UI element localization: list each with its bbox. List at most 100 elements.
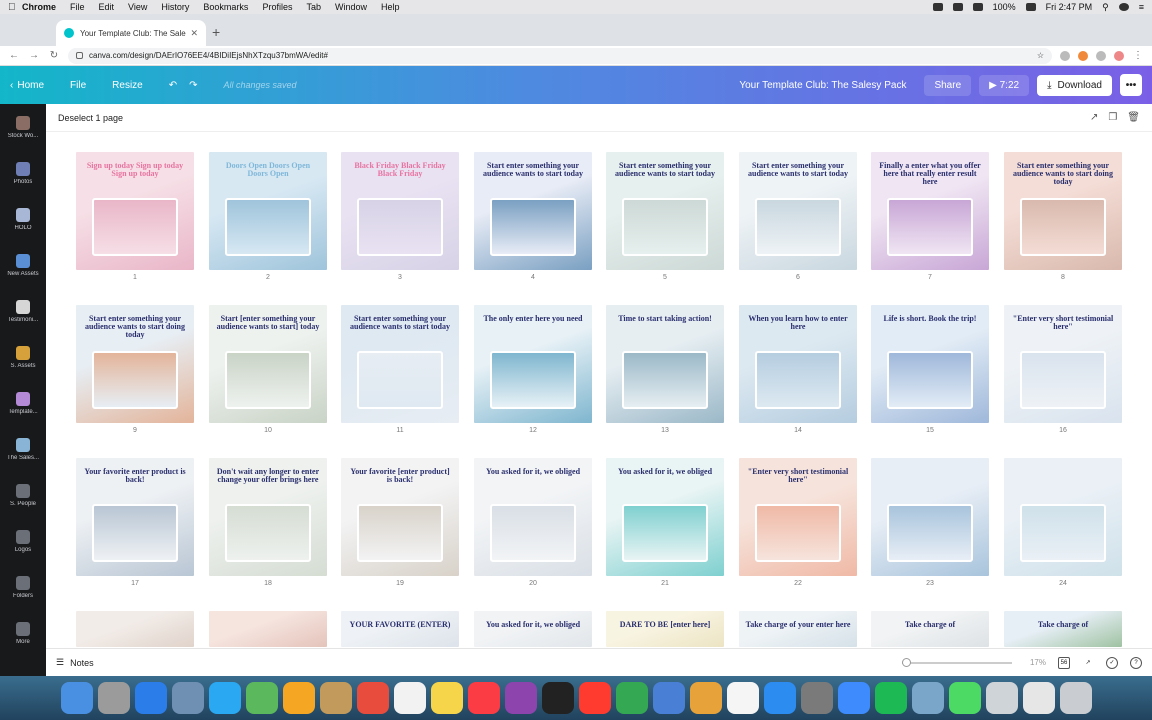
- design-page[interactable]: Life is short. Book the trip!: [871, 305, 989, 423]
- menu-window[interactable]: Window: [335, 2, 367, 12]
- clock[interactable]: Fri 2:47 PM: [1046, 2, 1093, 12]
- dock-app-icon[interactable]: [874, 682, 907, 714]
- dock-app-icon[interactable]: [282, 682, 315, 714]
- design-page[interactable]: [1004, 458, 1122, 576]
- menu-help[interactable]: Help: [381, 2, 400, 12]
- spotlight-icon[interactable]: ⚲: [1102, 2, 1109, 13]
- dock-app-icon[interactable]: [134, 682, 167, 714]
- dock-app-icon[interactable]: [763, 682, 796, 714]
- design-page[interactable]: Start enter something your audience want…: [76, 305, 194, 423]
- sidebar-item[interactable]: Testimoni...: [0, 288, 46, 334]
- user-icon[interactable]: [1118, 3, 1129, 11]
- dock-app-icon[interactable]: [948, 682, 981, 714]
- extension-icon-2[interactable]: [1078, 50, 1088, 61]
- design-page[interactable]: You asked for it, we obliged: [606, 458, 724, 576]
- download-button[interactable]: ⤓ Download: [1037, 74, 1112, 96]
- design-page[interactable]: Take charge of your enter here: [739, 611, 857, 647]
- design-page[interactable]: Don't wait any longer to enter change yo…: [209, 458, 327, 576]
- menu-edit[interactable]: Edit: [99, 2, 115, 12]
- app-menu[interactable]: Chrome: [22, 2, 56, 12]
- zoom-slider[interactable]: [901, 657, 1012, 667]
- redo-icon[interactable]: ↷: [189, 80, 197, 91]
- resize-button[interactable]: Resize: [112, 80, 143, 91]
- zoom-slider-handle[interactable]: [901, 657, 911, 667]
- dock-app-icon[interactable]: [97, 682, 130, 714]
- design-page[interactable]: Sign up today Sign up today Sign up toda…: [76, 152, 194, 270]
- browser-tab[interactable]: Your Template Club: The Sales ✕: [56, 20, 206, 46]
- dock-app-icon[interactable]: [393, 682, 426, 714]
- zoom-level[interactable]: 17%: [1030, 658, 1046, 667]
- design-page[interactable]: Start [enter something your audience wan…: [209, 305, 327, 423]
- home-button[interactable]: ‹ Home: [10, 80, 44, 91]
- design-page[interactable]: Start enter something your audience want…: [739, 152, 857, 270]
- chrome-menu-icon[interactable]: ⋮: [1132, 50, 1144, 61]
- close-tab-icon[interactable]: ✕: [190, 28, 198, 39]
- dock-app-icon[interactable]: [171, 682, 204, 714]
- design-page[interactable]: [76, 611, 194, 647]
- help-icon[interactable]: ?: [1130, 656, 1142, 669]
- design-page[interactable]: [871, 458, 989, 576]
- sidebar-item[interactable]: HOLO: [0, 196, 46, 242]
- design-page[interactable]: Time to start taking action!: [606, 305, 724, 423]
- add-page-icon[interactable]: ↗: [1090, 112, 1098, 123]
- dock-app-icon[interactable]: [837, 682, 870, 714]
- dock-app-icon[interactable]: [911, 682, 944, 714]
- menu-profiles[interactable]: Profiles: [262, 2, 292, 12]
- design-page[interactable]: The only enter here you need: [474, 305, 592, 423]
- lock-icon[interactable]: [76, 52, 83, 59]
- profile-avatar[interactable]: [1114, 50, 1124, 61]
- dock-app-icon[interactable]: [578, 682, 611, 714]
- design-page[interactable]: You asked for it, we obliged: [474, 458, 592, 576]
- dock-app-icon[interactable]: [430, 682, 463, 714]
- extension-icon[interactable]: [1060, 50, 1070, 61]
- design-page[interactable]: You asked for it, we obliged: [474, 611, 592, 647]
- design-page[interactable]: DARE TO BE [enter here]: [606, 611, 724, 647]
- url-field[interactable]: canva.com/design/DAErIO76EE4/4BIDiIEjsNh…: [68, 47, 1052, 64]
- dock-app-icon[interactable]: [726, 682, 759, 714]
- duplicate-page-icon[interactable]: ❐: [1108, 112, 1117, 123]
- apple-icon[interactable]: : [8, 2, 22, 13]
- file-menu[interactable]: File: [70, 80, 86, 91]
- dock-app-icon[interactable]: [541, 682, 574, 714]
- sidebar-item[interactable]: Photos: [0, 150, 46, 196]
- sidebar-item[interactable]: S. People: [0, 472, 46, 518]
- dock-app-icon[interactable]: [208, 682, 241, 714]
- design-page[interactable]: "Enter very short testimonial here": [739, 458, 857, 576]
- sidebar-item[interactable]: Folders: [0, 564, 46, 610]
- bookmark-star-icon[interactable]: ☆: [1037, 51, 1044, 60]
- battery-percent[interactable]: 100%: [993, 2, 1016, 12]
- deselect-page-button[interactable]: Deselect 1 page: [58, 113, 123, 123]
- notes-button[interactable]: Notes: [70, 658, 94, 668]
- sidebar-item[interactable]: The Sales...: [0, 426, 46, 472]
- sidebar-item[interactable]: Logos: [0, 518, 46, 564]
- volume-icon[interactable]: [952, 3, 963, 11]
- dock-app-icon[interactable]: [615, 682, 648, 714]
- design-page[interactable]: Start enter something your audience want…: [606, 152, 724, 270]
- menu-view[interactable]: View: [128, 2, 147, 12]
- dock-app-icon[interactable]: [985, 682, 1018, 714]
- sidebar-item[interactable]: Template...: [0, 380, 46, 426]
- design-page[interactable]: Your favorite enter product is back!: [76, 458, 194, 576]
- sidebar-item[interactable]: S. Assets: [0, 334, 46, 380]
- menu-history[interactable]: History: [161, 2, 189, 12]
- dock-app-icon[interactable]: [504, 682, 537, 714]
- reload-icon[interactable]: ↻: [48, 50, 60, 61]
- grid-view-button[interactable]: 56: [1058, 656, 1070, 669]
- sidebar-item[interactable]: New Assets: [0, 242, 46, 288]
- dock-app-icon[interactable]: [689, 682, 722, 714]
- design-page[interactable]: Take charge of: [1004, 611, 1122, 647]
- sidebar-item[interactable]: Stock Wo...: [0, 104, 46, 150]
- back-icon[interactable]: ←: [8, 50, 20, 61]
- dock-app-icon[interactable]: [245, 682, 278, 714]
- share-button[interactable]: Share: [924, 74, 972, 96]
- design-page[interactable]: Start enter something your audience want…: [1004, 152, 1122, 270]
- dock-app-icon[interactable]: [1059, 682, 1092, 714]
- fullscreen-icon[interactable]: ↗: [1082, 657, 1094, 669]
- menu-tab[interactable]: Tab: [306, 2, 321, 12]
- design-page[interactable]: [209, 611, 327, 647]
- design-title[interactable]: Your Template Club: The Salesy Pack: [739, 80, 906, 91]
- new-tab-icon[interactable]: +: [212, 24, 220, 40]
- more-options-button[interactable]: •••: [1120, 74, 1142, 96]
- dock-app-icon[interactable]: [652, 682, 685, 714]
- menu-bookmarks[interactable]: Bookmarks: [203, 2, 248, 12]
